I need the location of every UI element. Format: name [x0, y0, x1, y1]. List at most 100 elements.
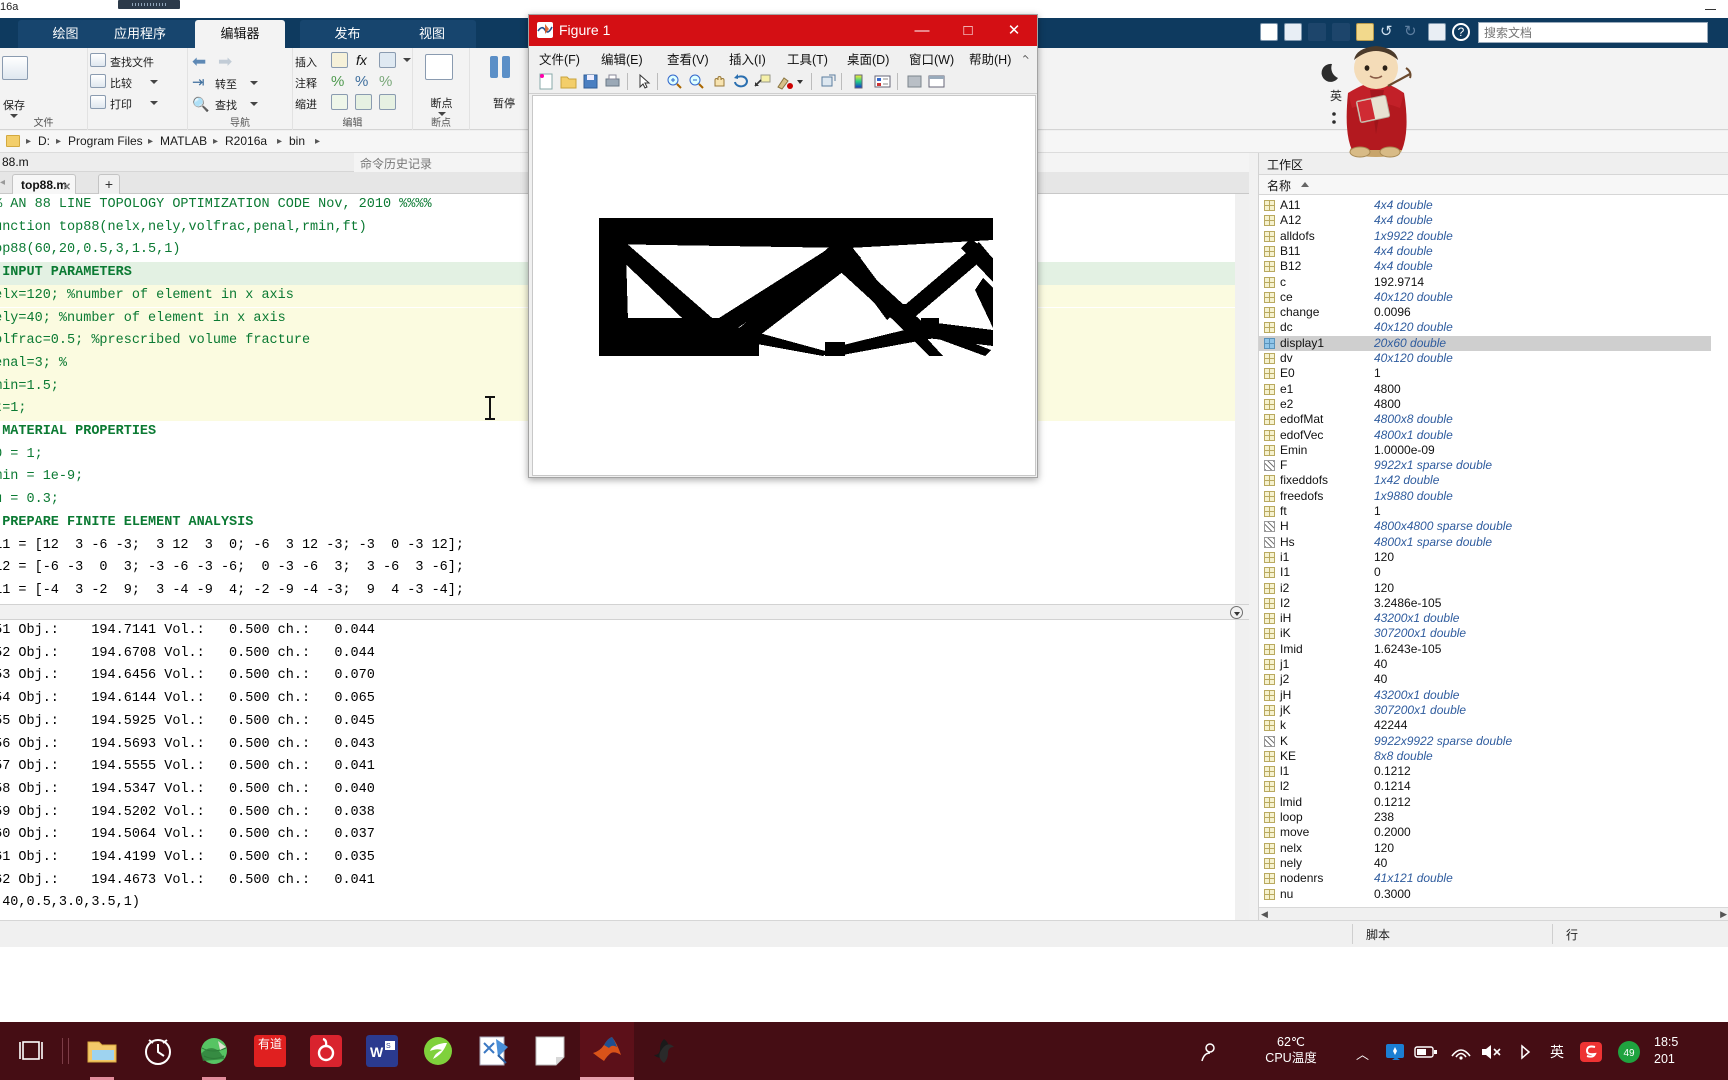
- figure-window[interactable]: Figure 1 — □ ✕ 文件(F) 编辑(E) 查看(V) 插入(I) 工…: [528, 14, 1038, 478]
- print-caret[interactable]: [150, 101, 158, 105]
- workspace-variable-row[interactable]: ft 1: [1259, 504, 1711, 519]
- workspace-variable-row[interactable]: i2 120: [1259, 581, 1711, 596]
- workspace-variable-row[interactable]: alldofs 1x9922 double: [1259, 229, 1711, 244]
- editor-command-splitter[interactable]: [0, 604, 1249, 620]
- tab-publish[interactable]: 发布: [300, 20, 395, 48]
- sogou-input-icon[interactable]: [1580, 1042, 1602, 1067]
- editor-tab-top88[interactable]: top88.m ✕: [12, 174, 77, 195]
- wifi-icon[interactable]: [1450, 1044, 1472, 1065]
- pan-icon[interactable]: [709, 72, 728, 91]
- security-shield-icon[interactable]: [1384, 1042, 1406, 1067]
- workspace-variable-row[interactable]: edofMat 4800x8 double: [1259, 412, 1711, 427]
- smart-indent-icon[interactable]: [331, 94, 348, 110]
- workspace-variable-row[interactable]: loop 238: [1259, 810, 1711, 825]
- command-window-dropdown-icon[interactable]: [1230, 606, 1243, 619]
- workspace-variable-row[interactable]: Emin 1.0000e-09: [1259, 443, 1711, 458]
- minimize-button[interactable]: [1704, 2, 1718, 14]
- indent-left-icon[interactable]: [379, 94, 396, 110]
- workspace-variable-row[interactable]: B11 4x4 double: [1259, 244, 1711, 259]
- help-icon[interactable]: ?: [1452, 23, 1470, 41]
- taskbar-app-thunder[interactable]: [412, 1022, 464, 1080]
- pointer-icon[interactable]: [635, 72, 654, 91]
- save-button[interactable]: 保存: [0, 84, 34, 112]
- breakpoint-big-icon[interactable]: [425, 54, 453, 80]
- menu-insert[interactable]: 插入(I): [729, 49, 766, 68]
- workspace-variable-row[interactable]: ce 40x120 double: [1259, 290, 1711, 305]
- insert-fn-hint-icon[interactable]: [379, 52, 396, 68]
- undo-icon[interactable]: ↺: [1380, 24, 1396, 39]
- search-documentation-input[interactable]: [1478, 22, 1708, 43]
- menu-help[interactable]: 帮助(H): [969, 49, 1011, 68]
- battery-icon[interactable]: [1414, 1044, 1438, 1065]
- workspace-variable-row[interactable]: change 0.0096: [1259, 305, 1711, 320]
- workspace-variable-row[interactable]: edofVec 4800x1 double: [1259, 428, 1711, 443]
- cpu-temperature-widget[interactable]: 62℃ CPU温度: [1246, 1034, 1336, 1066]
- workspace-variable-row[interactable]: e2 4800: [1259, 397, 1711, 412]
- workspace-horizontal-scrollbar[interactable]: ◀ ▶: [1259, 907, 1728, 920]
- workspace-variable-row[interactable]: dc 40x120 double: [1259, 320, 1711, 335]
- save-big-icon[interactable]: [2, 56, 28, 80]
- goto-item[interactable]: 转至: [215, 76, 237, 92]
- taskbar-app-cutter[interactable]: [638, 1022, 690, 1080]
- taskbar-app-matlab[interactable]: [580, 1022, 634, 1080]
- bluetooth-icon[interactable]: [1516, 1043, 1536, 1066]
- breadcrumb-matlab[interactable]: MATLAB: [160, 134, 207, 148]
- comment-label[interactable]: 注释: [295, 75, 317, 91]
- data-cursor-icon[interactable]: [753, 72, 772, 91]
- breadcrumb-bin[interactable]: bin: [289, 134, 305, 148]
- breadcrumb-drive[interactable]: D:: [38, 134, 50, 148]
- workspace-variable-row[interactable]: E0 1: [1259, 366, 1711, 381]
- taskbar-app-clock[interactable]: [132, 1022, 184, 1080]
- workspace-variable-row[interactable]: nelx 120: [1259, 841, 1711, 856]
- people-icon[interactable]: [1198, 1042, 1220, 1067]
- menu-desktop[interactable]: 桌面(D): [847, 49, 889, 68]
- workspace-variable-row[interactable]: nodenrs 41x121 double: [1259, 871, 1711, 886]
- workspace-variable-row[interactable]: I1 0: [1259, 565, 1711, 580]
- tab-view[interactable]: 视图: [388, 20, 476, 48]
- show-plot-tools-icon[interactable]: [927, 72, 946, 91]
- colorbar-icon[interactable]: [849, 72, 868, 91]
- workspace-variable-row[interactable]: iH 43200x1 double: [1259, 611, 1711, 626]
- breadcrumb-programfiles[interactable]: Program Files: [68, 134, 143, 148]
- menu-view[interactable]: 查看(V): [667, 49, 709, 68]
- battery-percent-badge[interactable]: 49: [1616, 1040, 1642, 1069]
- print-item[interactable]: 打印: [110, 96, 132, 112]
- figure-maximize-button[interactable]: □: [945, 15, 991, 46]
- insert-function-icon[interactable]: fx: [356, 52, 367, 68]
- workspace-variable-row[interactable]: j1 40: [1259, 657, 1711, 672]
- tab-scroll-left-icon[interactable]: ◂: [0, 177, 5, 188]
- taskbar-app-xmind[interactable]: [468, 1022, 520, 1080]
- workspace-variable-row[interactable]: i1 120: [1259, 550, 1711, 565]
- workspace-variable-row[interactable]: H 4800x4800 sparse double: [1259, 519, 1711, 534]
- link-plot-icon[interactable]: [819, 72, 838, 91]
- compare-item[interactable]: 比较: [110, 75, 132, 91]
- menu-file[interactable]: 文件(F): [539, 49, 580, 68]
- code-line[interactable]: A12 = [-6 -3 0 3; -3 -6 -3 -6; 0 -3 -6 3…: [0, 557, 1235, 580]
- compare-caret[interactable]: [150, 80, 158, 84]
- taskbar-app-youdao[interactable]: 有道: [244, 1022, 296, 1080]
- workspace-variable-row[interactable]: iK 307200x1 double: [1259, 626, 1711, 641]
- ime-language-indicator[interactable]: 英: [1550, 1042, 1564, 1062]
- workspace-variable-row[interactable]: l1 0.1212: [1259, 764, 1711, 779]
- taskbar-app-globe[interactable]: [188, 1022, 240, 1080]
- figure-title-bar[interactable]: Figure 1 — □ ✕: [529, 15, 1037, 46]
- print-figure-icon[interactable]: [603, 72, 622, 91]
- goto-icon[interactable]: ⇥: [192, 75, 212, 91]
- tab-editor[interactable]: 编辑器: [195, 20, 285, 48]
- insert-label[interactable]: 插入: [295, 54, 317, 70]
- breakpoint-button[interactable]: 断点: [413, 84, 470, 110]
- workspace-variable-row[interactable]: K 9922x9922 sparse double: [1259, 734, 1711, 749]
- figure-close-button[interactable]: ✕: [991, 15, 1037, 46]
- insert-block-icon[interactable]: [331, 52, 348, 68]
- workspace-variable-row[interactable]: jH 43200x1 double: [1259, 688, 1711, 703]
- main-vertical-splitter[interactable]: [1249, 153, 1258, 920]
- ws-scroll-left-icon[interactable]: ◀: [1261, 909, 1268, 920]
- workspace-variable-row[interactable]: B12 4x4 double: [1259, 259, 1711, 274]
- workspace-variable-row[interactable]: Hs 4800x1 sparse double: [1259, 535, 1711, 550]
- code-line[interactable]: A11 = [12 3 -6 -3; 3 12 3 0; -6 3 12 -3;…: [0, 534, 1235, 558]
- compare-icon[interactable]: [90, 74, 106, 88]
- uncomment-icon[interactable]: %: [355, 73, 368, 90]
- workspace-variable-row[interactable]: A12 4x4 double: [1259, 213, 1711, 228]
- brush-icon[interactable]: [775, 72, 794, 91]
- find-file-item[interactable]: 查找文件: [110, 54, 154, 70]
